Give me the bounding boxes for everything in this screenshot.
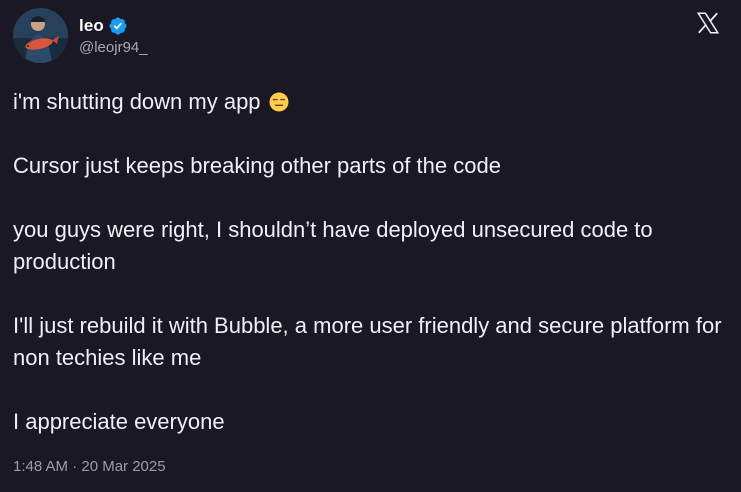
tweet-card: leo @leojr94_ i'm shutting down my app C… [0,0,741,492]
expressionless-face-emoji-icon [269,89,289,112]
tweet-paragraph: you guys were right, I shouldn’t have de… [13,217,653,274]
name-row: leo [79,14,148,38]
tweet-header: leo @leojr94_ [13,8,148,63]
author-handle[interactable]: @leojr94_ [79,39,148,56]
x-logo-icon[interactable] [695,10,721,36]
tweet-paragraph-text: i'm shutting down my app [13,89,261,114]
tweet-paragraph: i'm shutting down my app [13,86,728,118]
tweet-paragraph: Cursor just keeps breaking other parts o… [13,153,501,178]
tweet-text: i'm shutting down my app Cursor just kee… [13,86,728,438]
avatar-image [13,8,68,63]
avatar[interactable] [13,8,68,63]
tweet-timestamp[interactable]: 1:48 AM · 20 Mar 2025 [13,458,166,475]
verified-badge-icon [108,16,128,36]
tweet-paragraph: I appreciate everyone [13,409,225,434]
author-names: leo @leojr94_ [79,14,148,56]
tweet-paragraph: I'll just rebuild it with Bubble, a more… [13,313,722,370]
author-display-name[interactable]: leo [79,16,104,36]
